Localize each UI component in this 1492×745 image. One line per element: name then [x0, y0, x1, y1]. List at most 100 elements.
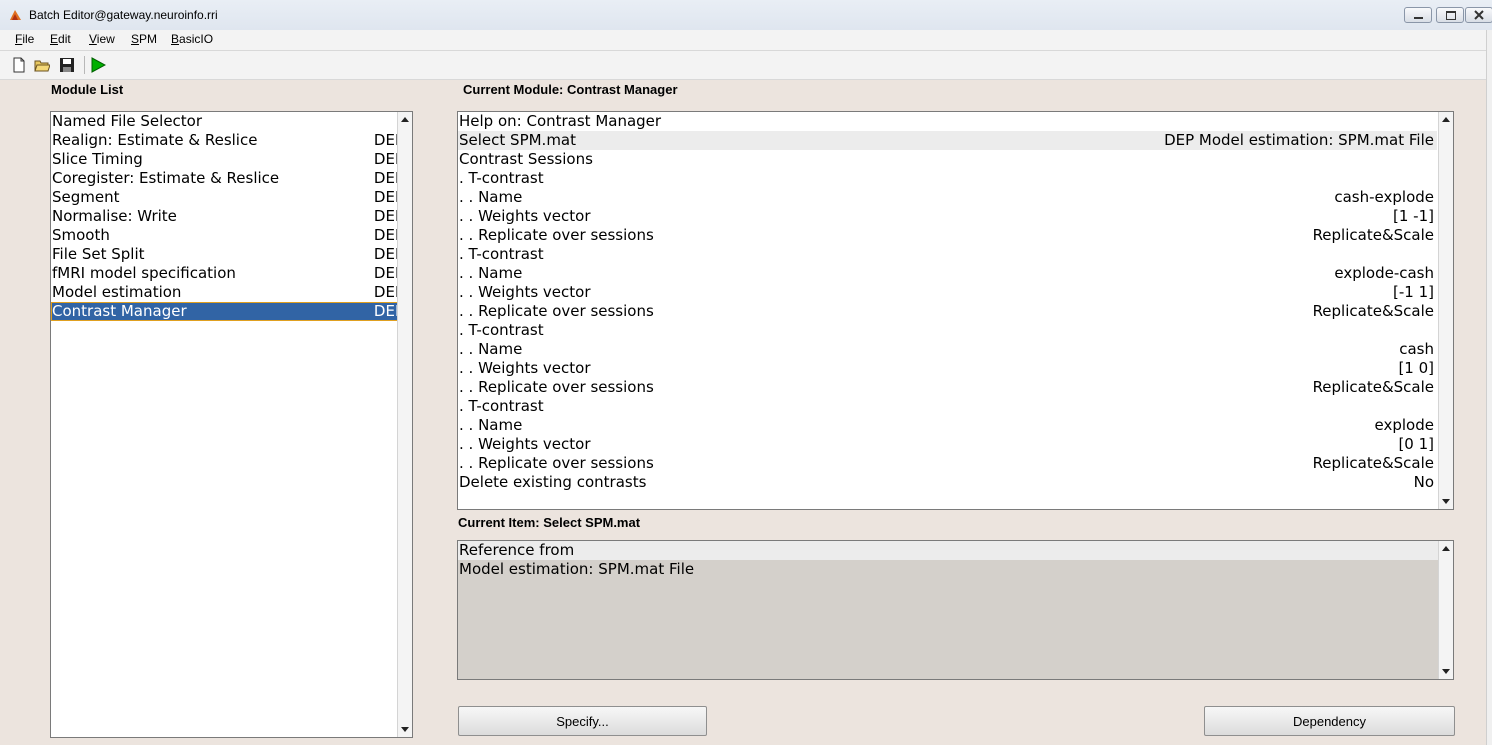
- module-field-row[interactable]: Delete existing contrasts No: [458, 473, 1437, 492]
- menu-edit[interactable]: Edit: [50, 32, 71, 46]
- field-name: . . Replicate over sessions: [459, 378, 654, 396]
- module-field-row[interactable]: . T-contrast: [458, 169, 1437, 188]
- window-edge: [1486, 30, 1492, 745]
- field-name: . . Replicate over sessions: [459, 302, 654, 320]
- current-module-rows: Help on: Contrast Manager Select SPM.mat D…: [458, 112, 1453, 492]
- module-field-row[interactable]: . . Weights vector [1 -1]: [458, 207, 1437, 226]
- module-field-row[interactable]: . . Weights vector [0 1]: [458, 435, 1437, 454]
- item-line-text: Model estimation: SPM.mat File: [459, 560, 695, 578]
- module-item-name: Slice Timing: [52, 150, 143, 168]
- field-value: Replicate&Scale: [1312, 226, 1434, 244]
- current-module-label: Current Module: Contrast Manager: [463, 82, 678, 97]
- field-name: Contrast Sessions: [459, 150, 593, 168]
- field-name: Help on: Contrast Manager: [459, 112, 662, 130]
- module-item-name: Contrast Manager: [52, 302, 187, 320]
- module-field-row[interactable]: . . Name cash-explode: [458, 188, 1437, 207]
- module-item[interactable]: Smooth DEP: [51, 226, 412, 245]
- scroll-up-icon[interactable]: [1439, 541, 1453, 556]
- matlab-icon: [10, 10, 21, 20]
- current-item-box[interactable]: Reference from Model estimation: SPM.mat…: [457, 540, 1454, 680]
- field-value: cash-explode: [1334, 188, 1434, 206]
- maximize-icon: [1437, 8, 1463, 22]
- current-item-label: Current Item: Select SPM.mat: [458, 515, 641, 530]
- current-item-line[interactable]: Model estimation: SPM.mat File: [458, 560, 1453, 579]
- current-module-scrollbar[interactable]: [1438, 112, 1453, 509]
- module-field-row[interactable]: . . Replicate over sessions Replicate&Sca…: [458, 302, 1437, 321]
- field-value: DEP Model estimation: SPM.mat File: [1164, 131, 1434, 149]
- menu-bar: File Edit View SPM BasicIO: [0, 30, 1492, 51]
- open-folder-icon[interactable]: [34, 57, 50, 73]
- module-item[interactable]: fMRI model specification DEP: [51, 264, 412, 283]
- module-field-row[interactable]: Help on: Contrast Manager: [458, 112, 1437, 131]
- new-file-icon[interactable]: [11, 57, 27, 73]
- scroll-up-icon[interactable]: [1439, 112, 1453, 127]
- module-field-row[interactable]: . T-contrast: [458, 321, 1437, 340]
- module-item[interactable]: Realign: Estimate & Reslice DEP: [51, 131, 412, 150]
- module-item[interactable]: Segment DEP: [51, 188, 412, 207]
- current-item-scrollbar[interactable]: [1438, 541, 1453, 679]
- toolbar: [0, 51, 1492, 80]
- module-item-name: Coregister: Estimate & Reslice: [52, 169, 280, 187]
- module-list-label: Module List: [51, 82, 124, 97]
- scroll-up-icon[interactable]: [398, 112, 412, 127]
- field-value: [0 1]: [1398, 435, 1434, 453]
- field-value: cash: [1399, 340, 1434, 358]
- module-list[interactable]: Named File Selector Realign: Estimate & R…: [50, 111, 413, 738]
- field-name: . T-contrast: [459, 321, 544, 339]
- field-name: . . Name: [459, 188, 523, 206]
- field-name: . T-contrast: [459, 397, 544, 415]
- module-item[interactable]: Model estimation DEP: [51, 283, 412, 302]
- item-line-text: Reference from: [459, 541, 575, 559]
- run-icon[interactable]: [90, 57, 106, 73]
- module-item-name: Normalise: Write: [52, 207, 177, 225]
- module-field-row[interactable]: . . Replicate over sessions Replicate&Sca…: [458, 378, 1437, 397]
- module-field-row[interactable]: . T-contrast: [458, 397, 1437, 416]
- module-field-row[interactable]: . . Name cash: [458, 340, 1437, 359]
- scroll-down-icon[interactable]: [1439, 664, 1453, 679]
- module-field-row[interactable]: . . Replicate over sessions Replicate&Sca…: [458, 226, 1437, 245]
- module-item[interactable]: Contrast Manager DEP: [51, 302, 412, 321]
- toolbar-separator: [84, 56, 85, 74]
- module-field-row[interactable]: . . Name explode-cash: [458, 264, 1437, 283]
- module-field-row[interactable]: . T-contrast: [458, 245, 1437, 264]
- field-name: . . Weights vector: [459, 283, 591, 301]
- field-value: No: [1413, 473, 1434, 491]
- module-list-scrollbar[interactable]: [397, 112, 412, 737]
- minimize-icon: [1405, 8, 1431, 22]
- module-field-row[interactable]: Select SPM.mat DEP Model estimation: SPM.…: [458, 131, 1437, 150]
- field-name: . . Name: [459, 264, 523, 282]
- scroll-down-icon[interactable]: [398, 722, 412, 737]
- title-bar: Batch Editor@gateway.neuroinfo.rri: [0, 0, 1492, 31]
- module-item[interactable]: Slice Timing DEP: [51, 150, 412, 169]
- module-field-row[interactable]: . . Weights vector [1 0]: [458, 359, 1437, 378]
- module-field-row[interactable]: . . Replicate over sessions Replicate&Sca…: [458, 454, 1437, 473]
- module-item[interactable]: File Set Split DEP: [51, 245, 412, 264]
- module-item[interactable]: Named File Selector: [51, 112, 412, 131]
- menu-file[interactable]: File: [15, 32, 34, 46]
- module-field-row[interactable]: . . Weights vector [-1 1]: [458, 283, 1437, 302]
- close-button[interactable]: [1465, 7, 1492, 23]
- module-item[interactable]: Coregister: Estimate & Reslice DEP: [51, 169, 412, 188]
- current-module-list[interactable]: Help on: Contrast Manager Select SPM.mat D…: [457, 111, 1454, 510]
- field-name: Delete existing contrasts: [459, 473, 647, 491]
- minimize-button[interactable]: [1404, 7, 1432, 23]
- module-field-row[interactable]: . . Name explode: [458, 416, 1437, 435]
- menu-spm[interactable]: SPM: [131, 32, 157, 46]
- field-value: [-1 1]: [1393, 283, 1434, 301]
- module-item[interactable]: Normalise: Write DEP: [51, 207, 412, 226]
- dependency-button[interactable]: Dependency: [1204, 706, 1455, 736]
- specify-button[interactable]: Specify...: [458, 706, 707, 736]
- menu-basicio[interactable]: BasicIO: [171, 32, 213, 46]
- module-rows: Named File Selector Realign: Estimate & R…: [51, 112, 412, 321]
- maximize-button[interactable]: [1436, 7, 1464, 23]
- field-name: . T-contrast: [459, 245, 544, 263]
- current-item-line[interactable]: Reference from: [458, 541, 1453, 560]
- module-field-row[interactable]: Contrast Sessions: [458, 150, 1437, 169]
- field-name: . . Weights vector: [459, 435, 591, 453]
- menu-view[interactable]: View: [89, 32, 115, 46]
- scroll-down-icon[interactable]: [1439, 494, 1453, 509]
- module-item-name: fMRI model specification: [52, 264, 236, 282]
- field-name: . . Weights vector: [459, 359, 591, 377]
- field-name: . . Replicate over sessions: [459, 226, 654, 244]
- save-icon[interactable]: [59, 57, 75, 73]
